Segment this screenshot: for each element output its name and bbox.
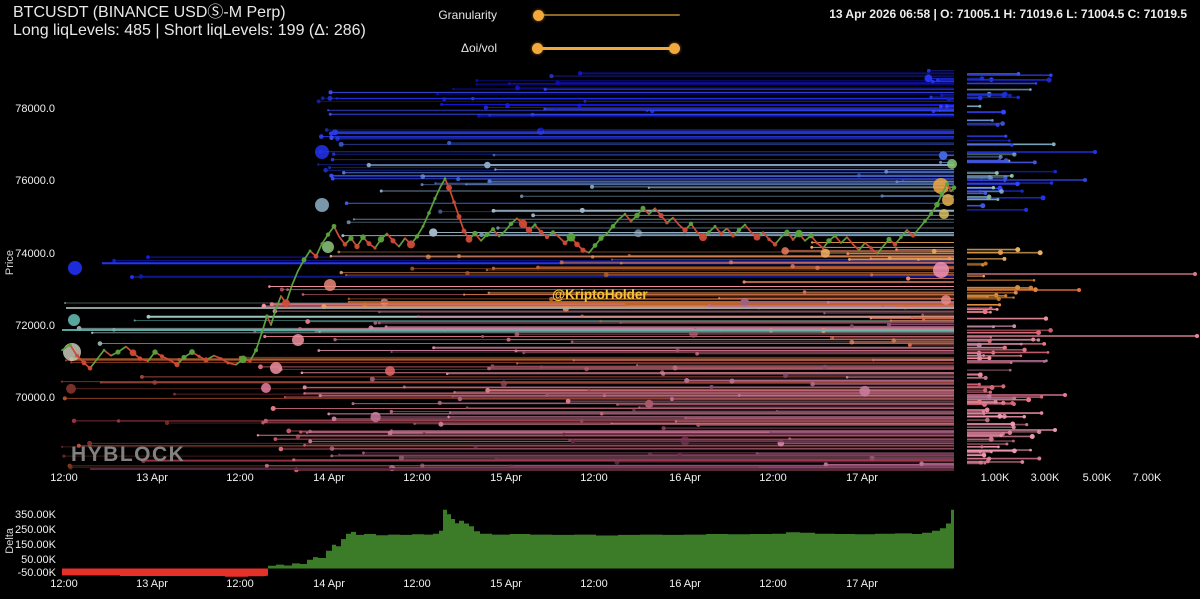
oi-vol-handle-high[interactable]	[668, 42, 680, 54]
delta-time-tick: 12:00	[403, 578, 431, 590]
delta-time-tick: 12:00	[50, 578, 78, 590]
delta-time-tick: 12:00	[580, 578, 608, 590]
time-tick: 13 Apr	[136, 472, 168, 484]
granularity-track[interactable]	[538, 14, 680, 16]
price-tick: 72000.0	[15, 320, 55, 332]
oi-vol-track[interactable]	[538, 46, 680, 50]
size-tick: 7.00K	[1132, 472, 1162, 484]
ohlc-readout: 13 Apr 2026 06:58 | O: 71005.1 H: 71019.…	[829, 7, 1187, 21]
delta-tick: 150.00K	[15, 539, 56, 551]
size-tick: 3.00K	[1030, 472, 1060, 484]
price-tick: 70000.0	[15, 392, 55, 404]
time-tick: 12:00	[759, 472, 787, 484]
delta-tick: -50.00K	[17, 567, 56, 579]
credit-watermark: @KriptoHolder	[552, 287, 648, 302]
delta-tick: 250.00K	[15, 524, 56, 536]
delta-time-tick: 17 Apr	[846, 578, 878, 590]
time-tick: 12:00	[226, 472, 254, 484]
delta-time-tick: 12:00	[226, 578, 254, 590]
granularity-slider[interactable]	[532, 9, 684, 21]
time-tick: 12:00	[50, 472, 78, 484]
delta-time-tick: 16 Apr	[669, 578, 701, 590]
header-left: BTCUSDT (BINANCE USDⓈ-M Perp) Long liqLe…	[13, 4, 366, 40]
delta-time-tick: 12:00	[759, 578, 787, 590]
oi-vol-label: Δoi/vol	[460, 41, 497, 55]
delta-time-tick: 13 Apr	[136, 578, 168, 590]
size-tick: 1.00K	[980, 472, 1010, 484]
delta-time-tick: 14 Apr	[313, 578, 345, 590]
price-tick: 78000.0	[15, 103, 55, 115]
price-tick: 76000.0	[15, 175, 55, 187]
time-tick: 14 Apr	[313, 472, 345, 484]
symbol-title: BTCUSDT (BINANCE USDⓈ-M Perp)	[13, 4, 286, 21]
price-tick: 74000.0	[15, 248, 55, 260]
size-tick: 5.00K	[1082, 472, 1112, 484]
time-tick: 12:00	[403, 472, 431, 484]
time-tick: 17 Apr	[846, 472, 878, 484]
delta-tick: 50.00K	[21, 554, 56, 566]
time-tick: 15 Apr	[490, 472, 522, 484]
granularity-handle[interactable]	[533, 9, 545, 21]
oi-vol-slider[interactable]	[532, 42, 684, 54]
granularity-label: Granularity	[438, 8, 497, 22]
time-tick: 16 Apr	[669, 472, 701, 484]
delta-time-tick: 15 Apr	[490, 578, 522, 590]
brand-watermark: HYBLOCK	[71, 443, 186, 466]
time-tick: 12:00	[580, 472, 608, 484]
liq-levels-summary: Long liqLevels: 485 | Short liqLevels: 1…	[13, 22, 366, 39]
delta-tick: 350.00K	[15, 509, 56, 521]
oi-vol-handle-low[interactable]	[532, 42, 543, 54]
